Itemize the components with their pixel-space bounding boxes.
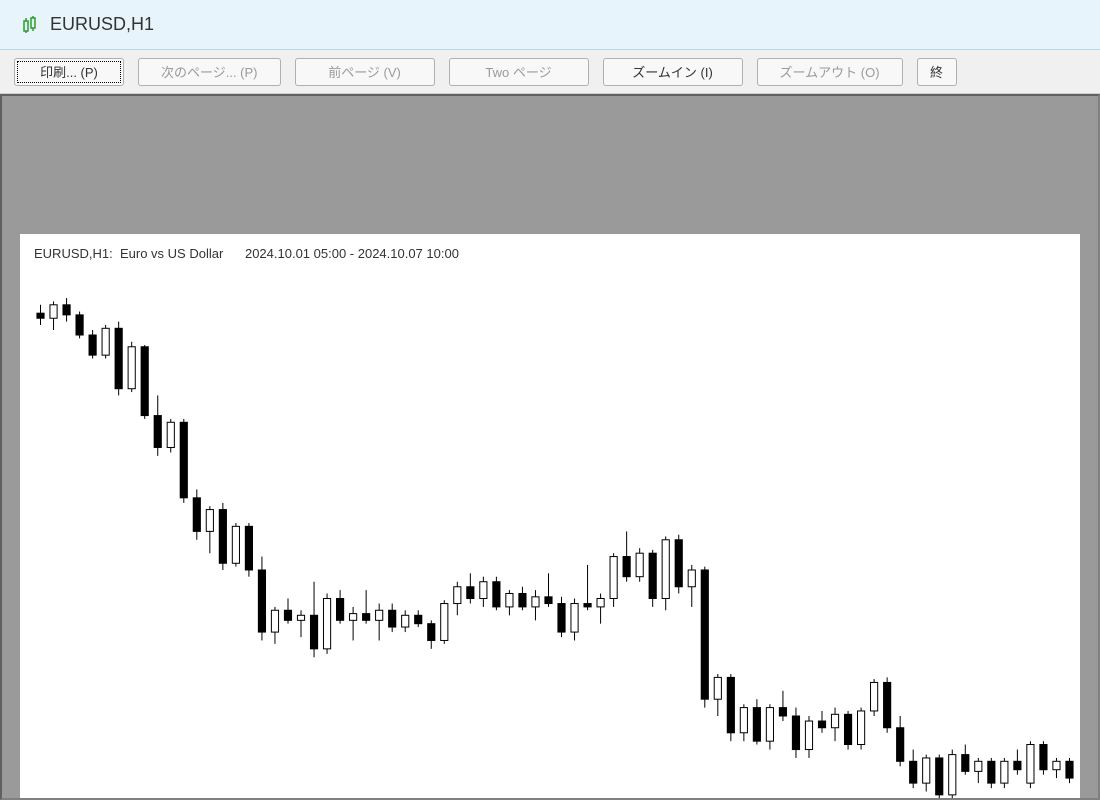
- zoom-in-button[interactable]: ズームイン (I): [603, 58, 743, 86]
- titlebar: EURUSD,H1: [0, 0, 1100, 50]
- page-preview: EURUSD,H1: Euro vs US Dollar 2024.10.01 …: [20, 234, 1080, 800]
- print-button[interactable]: 印刷... (P): [14, 58, 124, 86]
- candlestick-chart: [30, 269, 1080, 800]
- chart-title: EURUSD,H1: Euro vs US Dollar 2024.10.01 …: [34, 246, 1070, 261]
- next-page-button[interactable]: 次のページ... (P): [138, 58, 281, 86]
- zoom-out-button[interactable]: ズームアウト (O): [757, 58, 903, 86]
- window-title: EURUSD,H1: [50, 14, 154, 35]
- close-preview-button[interactable]: 終: [917, 58, 957, 86]
- prev-page-button[interactable]: 前ページ (V): [295, 58, 435, 86]
- two-page-button[interactable]: Two ページ: [449, 58, 589, 86]
- chart-app-icon: [20, 15, 40, 35]
- print-preview-area: EURUSD,H1: Euro vs US Dollar 2024.10.01 …: [0, 94, 1100, 800]
- print-preview-toolbar: 印刷... (P) 次のページ... (P) 前ページ (V) Two ページ …: [0, 50, 1100, 94]
